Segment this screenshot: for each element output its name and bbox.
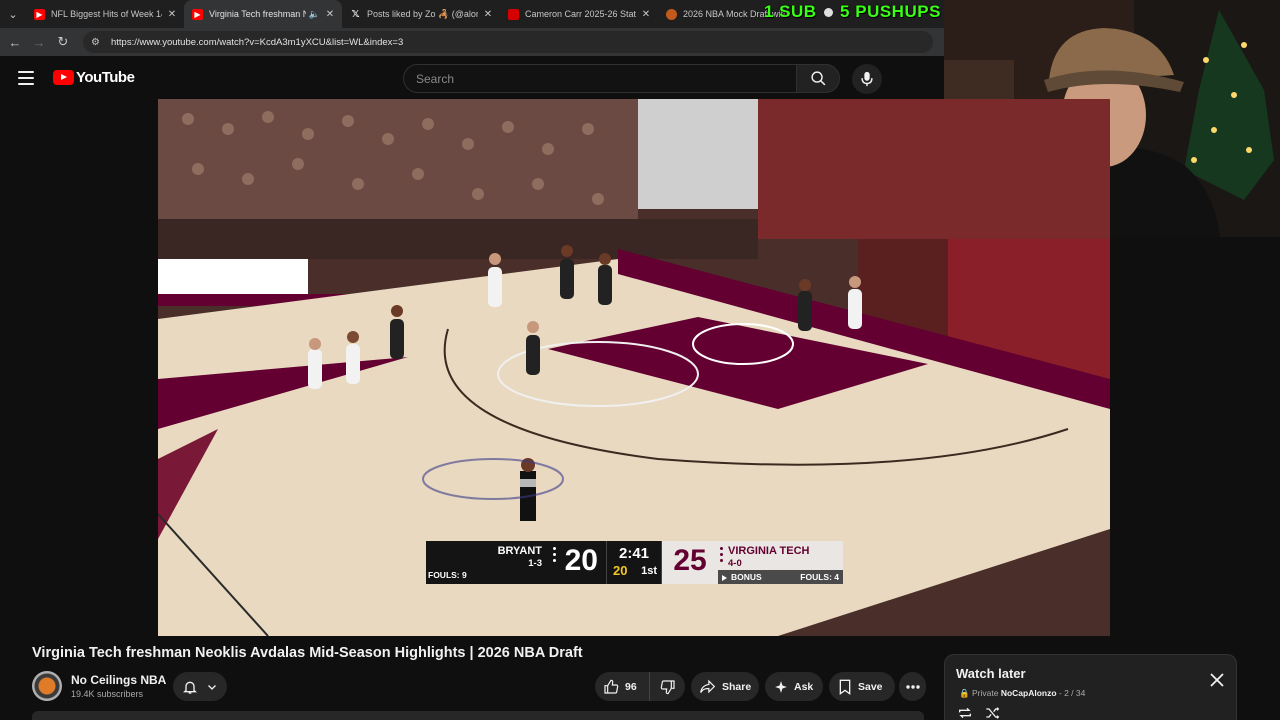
- url-text: https://www.youtube.com/watch?v=KcdA3m1y…: [111, 36, 404, 48]
- shuffle-icon[interactable]: [985, 706, 1001, 720]
- away-team-score: 20: [564, 544, 598, 577]
- more-horizontal-icon: [905, 684, 920, 689]
- save-button[interactable]: Save: [829, 672, 895, 701]
- home-team-record: 4-0: [728, 558, 742, 569]
- loop-icon[interactable]: [957, 706, 973, 720]
- away-team-fouls: FOULS: 9: [428, 570, 467, 580]
- forward-arrow-icon[interactable]: →: [27, 28, 51, 56]
- share-button[interactable]: Share: [691, 672, 759, 701]
- away-team-name: BRYANT: [497, 545, 542, 557]
- reload-icon[interactable]: ↻: [51, 28, 75, 56]
- away-timeouts: [553, 547, 556, 565]
- sparkle-icon: [775, 680, 787, 693]
- video-title: Virginia Tech freshman Neoklis Avdalas M…: [32, 645, 583, 661]
- search-button[interactable]: [796, 64, 840, 93]
- search-icon: [810, 71, 825, 86]
- thumbs-down-icon: [660, 679, 675, 694]
- playlist-privacy: Private: [971, 688, 999, 698]
- close-tab-icon[interactable]: ✕: [324, 9, 336, 20]
- scoreboard-away: BRYANT 1-3 FOULS: 9 20: [426, 541, 606, 584]
- playlist-owner[interactable]: NoCapAlonzo: [1001, 688, 1057, 698]
- shot-clock: 20: [613, 563, 628, 578]
- youtube-icon: ▶: [34, 8, 45, 20]
- youtube-play-icon: [53, 70, 74, 85]
- browser-toolbar: ← → ↻ ⚙ https://www.youtube.com/watch?v=…: [0, 28, 944, 56]
- channel-avatar[interactable]: [32, 671, 62, 701]
- browser-tab-3[interactable]: 𝕏 Posts liked by Zo 🦂 (@alonzo ✕: [342, 0, 500, 28]
- home-team-score: 25: [662, 541, 718, 584]
- more-actions-button[interactable]: [899, 672, 926, 701]
- home-bonus: BONUS: [731, 572, 762, 582]
- thumbs-up-icon: [604, 679, 619, 694]
- address-bar[interactable]: ⚙ https://www.youtube.com/watch?v=KcdA3m…: [83, 31, 933, 53]
- like-button[interactable]: 96: [595, 672, 650, 701]
- chevron-down-icon: [208, 684, 216, 690]
- youtube-logo[interactable]: YouTube: [53, 69, 135, 86]
- screen: ⌄ ▶ NFL Biggest Hits of Week 14 - Y ✕ ▶ …: [0, 0, 1280, 720]
- share-arrow-icon: [700, 679, 716, 694]
- playlist-meta: 🔒 Private NoCapAlonzo - 2 / 34: [959, 688, 1085, 699]
- scoreboard-clock: 2:41 20 1st: [606, 541, 662, 584]
- microphone-icon: [861, 71, 873, 87]
- game-clock: 2:41: [618, 545, 650, 562]
- audio-playing-icon[interactable]: 🔈: [309, 9, 320, 20]
- home-team-fouls: FOULS: 4: [800, 572, 839, 582]
- tab-search-chevron-icon[interactable]: ⌄: [0, 0, 26, 28]
- search-input[interactable]: Search: [403, 64, 796, 93]
- bookmark-icon: [839, 679, 851, 695]
- close-tab-icon[interactable]: ✕: [482, 9, 494, 20]
- home-team-status-bar: BONUS FOULS: 4: [718, 570, 843, 584]
- channel-name[interactable]: No Ceilings NBA: [71, 673, 166, 687]
- home-team-name: VIRGINIA TECH: [728, 545, 810, 557]
- close-icon[interactable]: [1210, 673, 1224, 687]
- game-period: 1st: [641, 565, 657, 577]
- browser-tab-4[interactable]: Cameron Carr 2025-26 Stats pe ✕: [500, 0, 658, 28]
- possession-arrow-icon: [722, 574, 727, 581]
- search-placeholder: Search: [416, 72, 455, 86]
- subscriber-count: 19.4K subscribers: [71, 689, 144, 699]
- x-icon: 𝕏: [351, 8, 360, 20]
- bell-icon: [183, 681, 197, 694]
- sports-reference-icon: [508, 8, 519, 20]
- lock-icon: 🔒: [959, 688, 970, 698]
- dislike-button[interactable]: [650, 679, 685, 695]
- away-team-record: 1-3: [528, 558, 542, 569]
- ask-button[interactable]: Ask: [765, 672, 823, 701]
- browser-tab-1[interactable]: ▶ NFL Biggest Hits of Week 14 - Y ✕: [26, 0, 184, 28]
- home-timeouts: [720, 547, 723, 565]
- close-tab-icon[interactable]: ✕: [166, 9, 178, 20]
- notification-bell-button[interactable]: [173, 672, 227, 701]
- playlist-panel: Watch later 🔒 Private NoCapAlonzo - 2 / …: [944, 654, 1237, 720]
- overlay-dot: [823, 8, 833, 18]
- description-box[interactable]: [32, 711, 924, 720]
- youtube-icon: ▶: [192, 8, 203, 20]
- scoreboard-home: VIRGINIA TECH 4-0 BONUS FOULS: 4: [718, 541, 843, 584]
- playlist-title[interactable]: Watch later: [956, 666, 1026, 681]
- site-info-icon[interactable]: ⚙: [91, 37, 105, 48]
- tankathon-icon: [666, 8, 677, 20]
- back-arrow-icon[interactable]: ←: [3, 28, 27, 56]
- like-count: 96: [625, 680, 637, 693]
- youtube-header: YouTube Search: [0, 56, 944, 100]
- like-dislike-group: 96: [595, 672, 685, 701]
- scoreboard: BRYANT 1-3 FOULS: 9 20 2:41 20 1st 25 VI…: [426, 541, 843, 584]
- hamburger-menu-icon[interactable]: [18, 71, 34, 85]
- close-tab-icon[interactable]: ✕: [640, 9, 652, 20]
- stream-overlay-text: 1 SUB 5 PUSHUPS: [764, 2, 941, 21]
- playlist-position: - 2 / 34: [1058, 688, 1086, 698]
- voice-search-button[interactable]: [852, 64, 882, 94]
- browser-tab-2-active[interactable]: ▶ Virginia Tech freshman Neo 🔈 ✕: [184, 0, 342, 28]
